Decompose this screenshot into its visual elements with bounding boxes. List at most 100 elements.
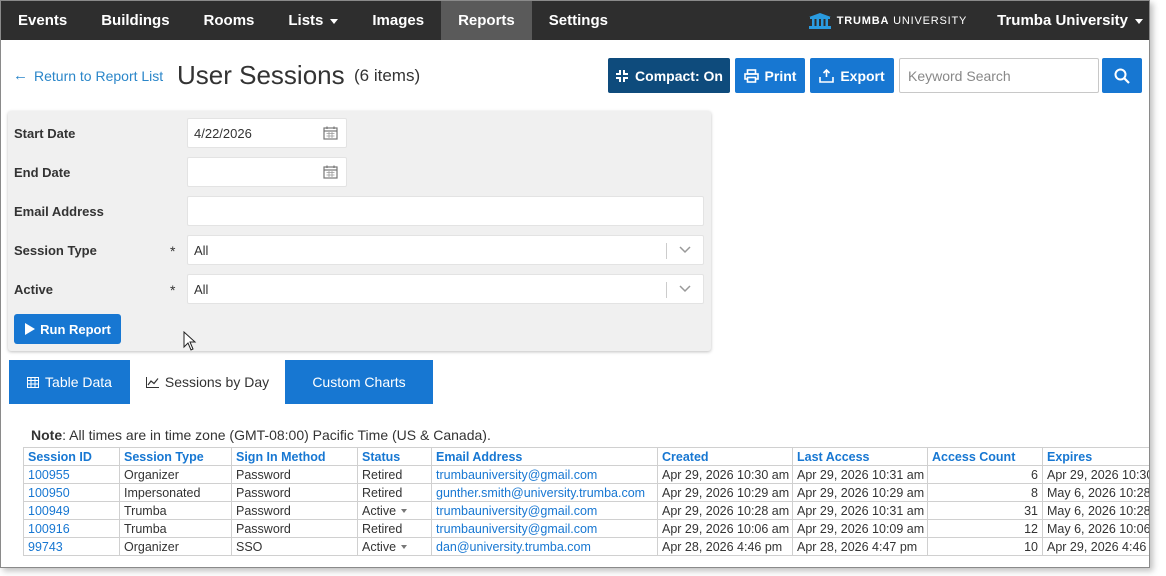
account-menu[interactable]: Trumba University — [997, 12, 1149, 29]
nav-buildings[interactable]: Buildings — [84, 1, 186, 40]
email-address-label: Email Address — [14, 204, 104, 219]
logo-text-bold: TRUMBA — [836, 14, 890, 27]
nav-rooms[interactable]: Rooms — [187, 1, 272, 40]
expires-cell-text: Apr 29, 2026 4:46 — [1047, 539, 1147, 554]
session-id-link[interactable]: 100916 — [23, 519, 120, 538]
compact-toggle-button[interactable]: Compact: On — [608, 58, 730, 93]
email-link[interactable]: dan@university.trumba.com — [431, 537, 658, 556]
sign-in-method-cell-text: SSO — [236, 539, 263, 554]
column-header-status[interactable]: Status — [357, 447, 432, 466]
nav-lists[interactable]: Lists — [271, 1, 355, 40]
chevron-down-icon — [1135, 18, 1143, 24]
email-link-text: trumbauniversity@gmail.com — [436, 467, 598, 482]
column-header-session-id[interactable]: Session ID — [23, 447, 120, 466]
nav-events[interactable]: Events — [1, 1, 84, 40]
return-to-report-list-link[interactable]: ← Return to Report List — [13, 67, 163, 84]
last-access-cell-text: Apr 29, 2026 10:31 am — [797, 503, 925, 518]
session-type-value: All — [194, 242, 209, 258]
created-cell: Apr 29, 2026 10:30 am — [657, 465, 793, 484]
last-access-cell-text: Apr 29, 2026 10:09 am — [797, 521, 925, 536]
session-id-link[interactable]: 99743 — [23, 537, 120, 556]
report-header: ← Return to Report List User Sessions (6… — [1, 56, 1149, 96]
last-access-cell-text: Apr 28, 2026 4:47 pm — [797, 539, 918, 554]
column-header-expires[interactable]: Expires — [1042, 447, 1149, 466]
status-cell[interactable]: Active — [357, 537, 432, 556]
last-access-cell: Apr 29, 2026 10:29 am — [792, 483, 928, 502]
access-count-cell-text: 6 — [1031, 467, 1038, 482]
status-cell[interactable]: Active — [357, 501, 432, 520]
column-header-email-address[interactable]: Email Address — [431, 447, 658, 466]
nav-right: TRUMBA UNIVERSITY Trumba University — [808, 1, 1149, 40]
sign-in-method-cell-text: Password — [236, 485, 291, 500]
keyword-search-input[interactable] — [899, 58, 1099, 93]
sessions-table-container: Session ID Session Type Sign In Method S… — [23, 447, 1150, 567]
start-date-field[interactable]: 4/22/2026 — [187, 118, 347, 148]
column-header-created[interactable]: Created — [657, 447, 793, 466]
active-select[interactable]: All — [187, 274, 704, 304]
run-report-button[interactable]: Run Report — [14, 314, 121, 344]
play-icon — [25, 323, 36, 335]
column-header-session-type[interactable]: Session Type — [119, 447, 232, 466]
email-link-text: dan@university.trumba.com — [436, 539, 591, 554]
search-button[interactable] — [1102, 58, 1142, 93]
created-cell: Apr 29, 2026 10:28 am — [657, 501, 793, 520]
sign-in-method-cell-text: Password — [236, 521, 291, 536]
expires-cell: Apr 29, 2026 10:30 — [1042, 465, 1150, 484]
expires-cell-text: May 6, 2026 10:28 — [1047, 485, 1150, 500]
column-header-sign-in-method[interactable]: Sign In Method — [231, 447, 358, 466]
search-icon — [1114, 68, 1130, 84]
tab-table-data[interactable]: Table Data — [9, 360, 130, 404]
created-cell-text: Apr 29, 2026 10:29 am — [662, 485, 790, 500]
session-id-link-text: 100949 — [28, 503, 70, 518]
item-count: (6 items) — [354, 66, 421, 85]
email-address-field[interactable] — [187, 196, 704, 226]
select-divider — [666, 282, 667, 298]
chevron-down-icon — [330, 18, 339, 24]
email-link[interactable]: trumbauniversity@gmail.com — [431, 519, 658, 538]
status-dropdown-icon[interactable] — [401, 509, 408, 514]
created-cell: Apr 28, 2026 4:46 pm — [657, 537, 793, 556]
session-type-cell-text: Impersonated — [124, 485, 201, 500]
session-type-select[interactable]: All — [187, 235, 704, 265]
status-dropdown-icon[interactable] — [401, 545, 408, 550]
print-button[interactable]: Print — [735, 58, 805, 93]
tab-sessions-by-day-label: Sessions by Day — [164, 374, 270, 390]
calendar-icon[interactable] — [323, 165, 338, 179]
arrow-left-icon: ← — [13, 67, 28, 84]
session-type-cell: Trumba — [119, 501, 232, 520]
status-cell-text: Active — [362, 503, 397, 518]
session-type-cell-text: Trumba — [124, 521, 167, 536]
email-link[interactable]: gunther.smith@university.trumba.com — [431, 483, 658, 502]
email-link[interactable]: trumbauniversity@gmail.com — [431, 465, 658, 484]
column-header-last-access[interactable]: Last Access — [792, 447, 928, 466]
expires-cell-text: Apr 29, 2026 10:30 — [1047, 467, 1150, 482]
tab-custom-charts-label: Custom Charts — [312, 374, 406, 390]
session-id-link-text: 100950 — [28, 485, 70, 500]
nav-events-label: Events — [18, 12, 68, 29]
email-link[interactable]: trumbauniversity@gmail.com — [431, 501, 658, 520]
table-icon — [27, 376, 40, 388]
logo-text-light: UNIVERSITY — [893, 14, 968, 27]
created-cell: Apr 29, 2026 10:29 am — [657, 483, 793, 502]
export-icon — [819, 68, 835, 83]
nav-settings[interactable]: Settings — [532, 1, 625, 40]
column-header-access-count[interactable]: Access Count — [927, 447, 1043, 466]
compress-icon — [616, 69, 629, 82]
tab-custom-charts[interactable]: Custom Charts — [285, 360, 433, 404]
table-row: 100955 Organizer Password Retired trumbauniv… — [23, 465, 1150, 484]
email-link-text: trumbauniversity@gmail.com — [436, 503, 598, 518]
calendar-icon[interactable] — [323, 126, 338, 140]
session-id-link[interactable]: 100950 — [23, 483, 120, 502]
nav-reports[interactable]: Reports — [441, 1, 532, 40]
nav-buildings-label: Buildings — [101, 12, 170, 29]
building-icon — [808, 12, 831, 29]
tab-sessions-by-day[interactable]: Sessions by Day — [130, 360, 285, 404]
access-count-cell-text: 8 — [1031, 485, 1038, 500]
nav-images[interactable]: Images — [355, 1, 441, 40]
start-date-label: Start Date — [14, 126, 76, 141]
end-date-field[interactable] — [187, 157, 347, 187]
export-button[interactable]: Export — [810, 58, 894, 93]
status-cell-text: Retired — [362, 467, 403, 482]
session-id-link[interactable]: 100949 — [23, 501, 120, 520]
session-id-link[interactable]: 100955 — [23, 465, 120, 484]
